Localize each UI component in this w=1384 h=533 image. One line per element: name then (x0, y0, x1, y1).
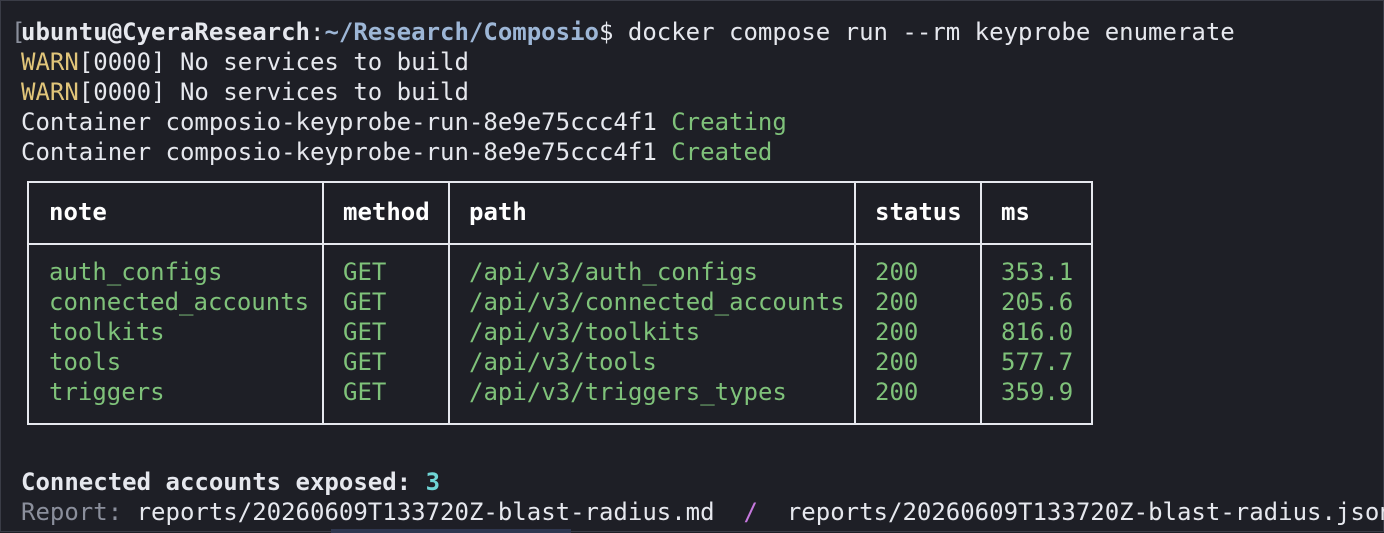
terminal-window[interactable]: [ ubuntu@CyeraResearch:~/Research/Compos… (0, 0, 1384, 533)
table-cell-ms: 353.1 (1001, 258, 1074, 286)
table-cell-note: toolkits (49, 318, 165, 346)
table-cell-status: 200 (875, 378, 919, 406)
warn-tag: WARN (21, 78, 79, 106)
results-table: note method path status ms auth_configs … (27, 181, 1093, 425)
prompt-colon: : (309, 18, 325, 46)
summary-label: Connected accounts exposed: (21, 468, 426, 496)
table-cell-status: 200 (875, 318, 919, 346)
report-separator: / (743, 498, 758, 526)
table-cell-ms: 816.0 (1001, 318, 1074, 346)
table-header-ms: ms (1001, 198, 1030, 226)
container-name: Container composio-keyprobe-run-8e9e75cc… (21, 138, 672, 166)
table-cell-path: /api/v3/auth_configs (469, 258, 758, 286)
warn-tag: WARN (21, 48, 79, 76)
table-header-path: path (469, 198, 527, 226)
column-divider (322, 183, 324, 423)
table-cell-path: /api/v3/triggers_types (469, 378, 787, 406)
exposed-count: 3 (425, 468, 441, 496)
table-cell-note: triggers (49, 378, 165, 406)
table-cell-ms: 577.7 (1001, 348, 1074, 376)
column-divider (448, 183, 450, 423)
prompt-dollar: $ (598, 18, 614, 46)
container-status: Creating (671, 108, 787, 136)
table-cell-path: /api/v3/connected_accounts (469, 288, 845, 316)
table-cell-status: 200 (875, 258, 919, 286)
table-cell-method: GET (343, 288, 387, 316)
table-cell-note: auth_configs (49, 258, 223, 286)
prompt-user: ubuntu@CyeraResearch (21, 18, 310, 46)
warn-message: [0000] No services to build (78, 48, 469, 76)
table-header-status: status (875, 198, 962, 226)
column-divider (854, 183, 856, 423)
column-divider (980, 183, 982, 423)
container-status: Created (671, 138, 773, 166)
table-cell-path: /api/v3/toolkits (469, 318, 701, 346)
table-cell-ms: 359.9 (1001, 378, 1074, 406)
table-header-method: method (343, 198, 430, 226)
container-line-creating: Container composio-keyprobe-run-8e9e75cc… (21, 107, 787, 137)
warn-message: [0000] No services to build (78, 78, 469, 106)
table-cell-method: GET (343, 318, 387, 346)
partial-next-line (331, 529, 571, 533)
report-line: Report: reports/20260609T133720Z-blast-r… (21, 497, 1384, 527)
table-cell-method: GET (343, 348, 387, 376)
table-cell-note: connected_accounts (49, 288, 310, 316)
report-md-path[interactable]: reports/20260609T133720Z-blast-radius.md (137, 498, 715, 526)
table-cell-note: tools (49, 348, 122, 376)
table-cell-status: 200 (875, 348, 919, 376)
table-cell-path: /api/v3/tools (469, 348, 657, 376)
command-text[interactable]: docker compose run --rm keyprobe enumera… (613, 18, 1235, 46)
prompt-path: ~/Research/Composio (324, 18, 599, 46)
table-header-note: note (49, 198, 107, 226)
summary-line: Connected accounts exposed: 3 (21, 467, 440, 497)
container-line-created: Container composio-keyprobe-run-8e9e75cc… (21, 137, 772, 167)
warn-line-2: WARN[0000] No services to build (21, 77, 469, 107)
report-label: Report: (21, 498, 123, 526)
table-cell-method: GET (343, 378, 387, 406)
table-cell-ms: 205.6 (1001, 288, 1074, 316)
warn-line-1: WARN[0000] No services to build (21, 47, 469, 77)
table-cell-status: 200 (875, 288, 919, 316)
table-cell-method: GET (343, 258, 387, 286)
prompt-line: ubuntu@CyeraResearch:~/Research/Composio… (21, 17, 1235, 47)
report-json-path[interactable]: reports/20260609T133720Z-blast-radius.js… (787, 498, 1384, 526)
header-divider (29, 243, 1091, 245)
container-name: Container composio-keyprobe-run-8e9e75cc… (21, 108, 672, 136)
